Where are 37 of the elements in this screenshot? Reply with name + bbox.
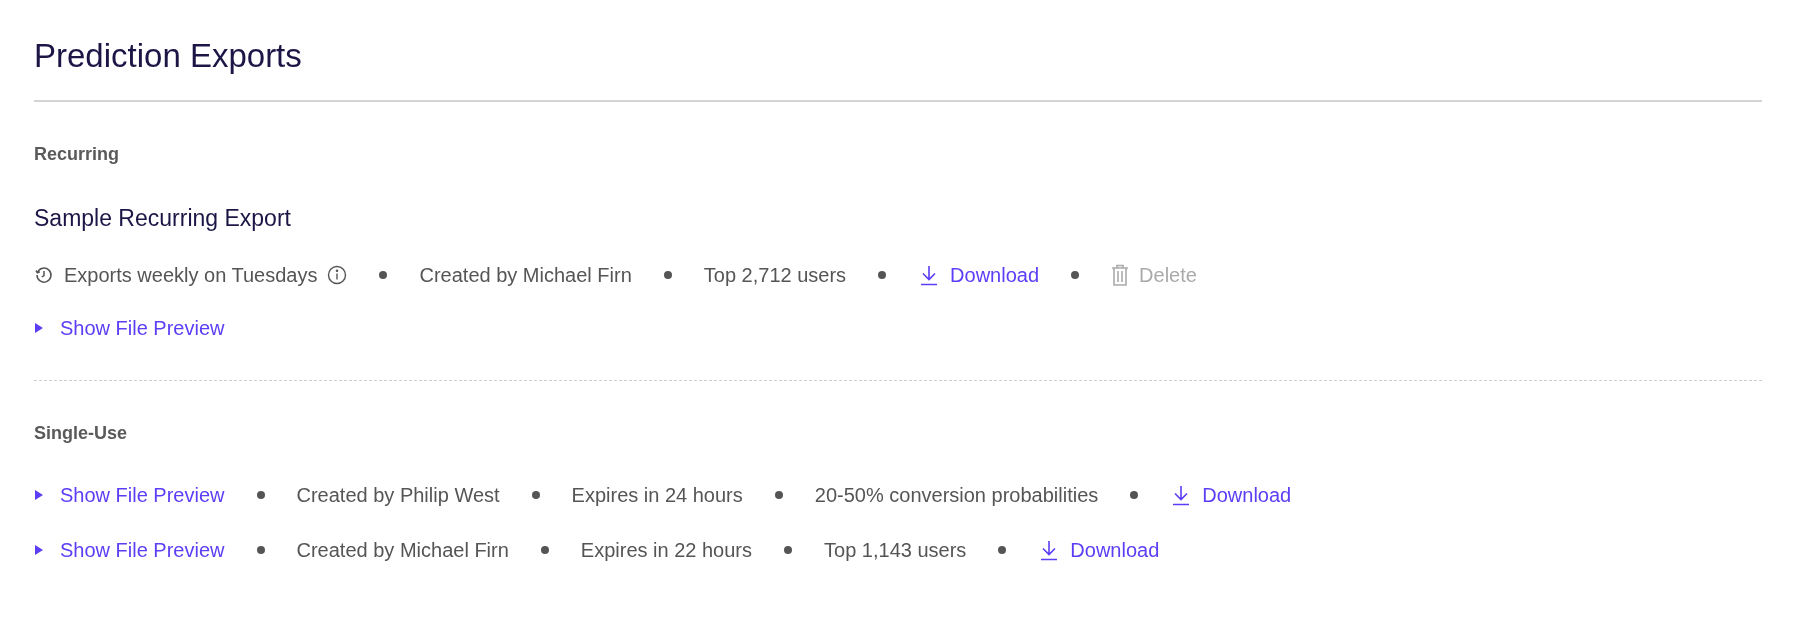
bullet-icon [256, 546, 265, 555]
meta-text: Created by Michael Firn [419, 263, 632, 287]
meta-text: Top 1,143 users [824, 538, 967, 562]
triangle-icon [34, 490, 44, 501]
meta-text: Top 2,712 users [703, 263, 847, 287]
schedule-text: Exports weekly on Tuesdays [64, 263, 318, 287]
section-heading: Single-Use [34, 422, 129, 444]
bullet-icon [1130, 491, 1139, 500]
bullet-icon [379, 271, 388, 280]
bullet-icon [1071, 271, 1080, 280]
info-icon[interactable] [327, 265, 348, 286]
show-file-preview-link[interactable]: Show File Preview [34, 483, 225, 507]
triangle-icon [34, 545, 44, 556]
clock-icon [34, 265, 54, 286]
meta-text: Created by Philip West [296, 483, 500, 507]
show-file-preview-link[interactable]: Show File Preview [34, 316, 225, 340]
show-file-preview-link[interactable]: Show File Preview [34, 538, 225, 562]
meta-text: Expires in 22 hours [580, 538, 753, 562]
bullet-icon [784, 546, 793, 555]
meta-text: 20-50% conversion probabilities [814, 483, 1099, 507]
bullet-icon [540, 546, 549, 555]
bullet-icon [998, 546, 1007, 555]
meta-text: Expires in 24 hours [571, 483, 743, 507]
bullet-icon [774, 491, 783, 500]
section-heading: Recurring [34, 143, 121, 165]
triangle-icon [34, 323, 44, 334]
page-title: Prediction Exports [34, 36, 303, 76]
download-link[interactable]: Download [918, 263, 1040, 287]
bullet-icon [256, 491, 265, 500]
export-name: Sample Recurring Export [34, 204, 292, 232]
meta-text: Created by Michael Firn [296, 538, 509, 562]
bullet-icon [878, 271, 887, 280]
trash-icon [1111, 264, 1130, 287]
download-link[interactable]: Download [1170, 483, 1292, 507]
download-link[interactable]: Download [1038, 538, 1160, 562]
bullet-icon [531, 491, 540, 500]
bullet-icon [663, 271, 672, 280]
